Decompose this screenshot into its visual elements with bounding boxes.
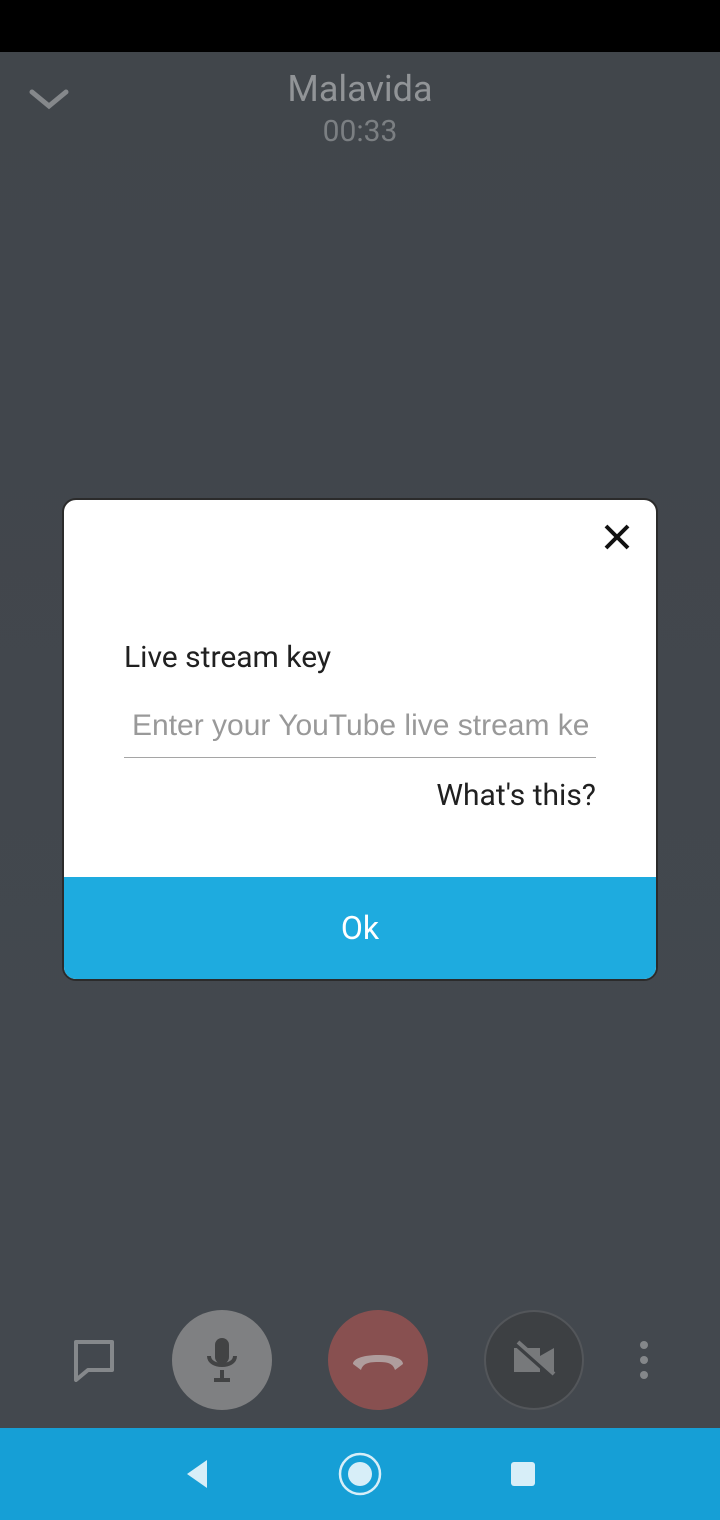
stream-key-modal: Live stream key What's this? Ok <box>62 498 658 981</box>
square-icon <box>509 1460 537 1488</box>
nav-back-button[interactable] <box>183 1458 211 1490</box>
close-icon <box>602 522 632 552</box>
back-icon <box>183 1458 211 1490</box>
modal-body: Live stream key What's this? <box>64 500 656 877</box>
stream-key-input[interactable] <box>124 709 596 758</box>
close-button[interactable] <box>602 522 632 556</box>
nav-home-button[interactable] <box>338 1452 382 1496</box>
home-circle-icon <box>338 1452 382 1496</box>
nav-recent-button[interactable] <box>509 1460 537 1488</box>
whats-this-link[interactable]: What's this? <box>124 778 596 813</box>
status-bar <box>0 0 720 52</box>
stream-key-label: Live stream key <box>124 640 596 675</box>
ok-button[interactable]: Ok <box>64 877 656 979</box>
navigation-bar <box>0 1428 720 1520</box>
